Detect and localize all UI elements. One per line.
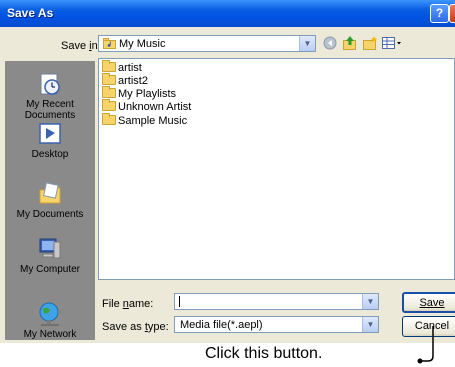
folder-icon <box>102 99 116 111</box>
desktop-icon <box>37 121 63 147</box>
file-list[interactable]: artist artist2 My Playlists Unknown Arti… <box>98 58 455 280</box>
place-my-computer[interactable]: My Computer <box>5 236 95 275</box>
place-label: My Recent Documents <box>24 99 76 121</box>
file-name: Sample Music <box>118 115 188 127</box>
place-my-recent-documents[interactable]: My Recent Documents <box>5 71 95 121</box>
file-name: Unknown Artist <box>118 101 192 113</box>
my-documents-icon <box>37 181 63 207</box>
save-as-type-dropdown[interactable]: Media file(*.aepl) ▼ <box>174 316 379 333</box>
music-folder-icon <box>103 38 116 49</box>
recent-documents-icon <box>37 71 63 97</box>
save-in-value: My Music <box>119 38 166 50</box>
folder-icon <box>102 60 116 72</box>
callout-leader-line <box>417 326 434 364</box>
chevron-down-icon[interactable]: ▼ <box>362 317 378 332</box>
title-bar[interactable] <box>0 0 455 27</box>
file-name: My Playlists <box>118 88 177 100</box>
folder-icon <box>102 73 116 85</box>
save-button-label: Save <box>419 297 445 309</box>
back-icon[interactable] <box>323 36 337 50</box>
list-item[interactable]: Sample Music <box>102 113 188 127</box>
save-as-type-label: Save as type: <box>102 321 169 333</box>
my-computer-icon <box>37 236 63 262</box>
save-button[interactable]: Save <box>402 292 455 313</box>
views-menu-icon[interactable] <box>381 35 403 51</box>
chevron-down-icon[interactable]: ▼ <box>362 294 378 309</box>
place-label: My Computer <box>19 264 80 275</box>
callout-text: Click this button. <box>205 345 323 362</box>
file-name: artist <box>118 62 142 74</box>
dialog-title: Save As <box>7 6 54 20</box>
close-button[interactable]: x <box>449 4 455 23</box>
place-label: Desktop <box>31 149 69 160</box>
place-my-network[interactable]: My Network <box>5 301 95 340</box>
list-item[interactable]: Unknown Artist <box>102 99 192 113</box>
save-as-type-value: Media file(*.aepl) <box>180 319 263 331</box>
file-name-field[interactable]: ▼ <box>174 293 379 310</box>
help-button[interactable]: ? <box>430 4 449 23</box>
place-label: My Documents <box>16 209 84 220</box>
folder-icon <box>102 86 116 98</box>
place-my-documents[interactable]: My Documents <box>5 181 95 220</box>
list-item[interactable]: My Playlists <box>102 86 177 100</box>
save-in-label: Save in: <box>61 40 101 52</box>
my-network-icon <box>37 301 63 327</box>
sample-music-folder-icon <box>102 113 116 125</box>
up-folder-icon[interactable] <box>342 35 358 51</box>
place-label: My Network <box>23 329 77 340</box>
place-desktop[interactable]: Desktop <box>5 121 95 160</box>
save-in-dropdown[interactable]: My Music ▼ <box>98 35 316 52</box>
text-cursor <box>179 296 180 307</box>
new-folder-icon[interactable] <box>362 35 378 51</box>
chevron-down-icon[interactable]: ▼ <box>299 36 315 51</box>
file-name: artist2 <box>118 75 148 87</box>
file-name-label: File name: <box>102 298 154 310</box>
places-bar: My Recent Documents Desktop My Documents… <box>5 61 95 340</box>
